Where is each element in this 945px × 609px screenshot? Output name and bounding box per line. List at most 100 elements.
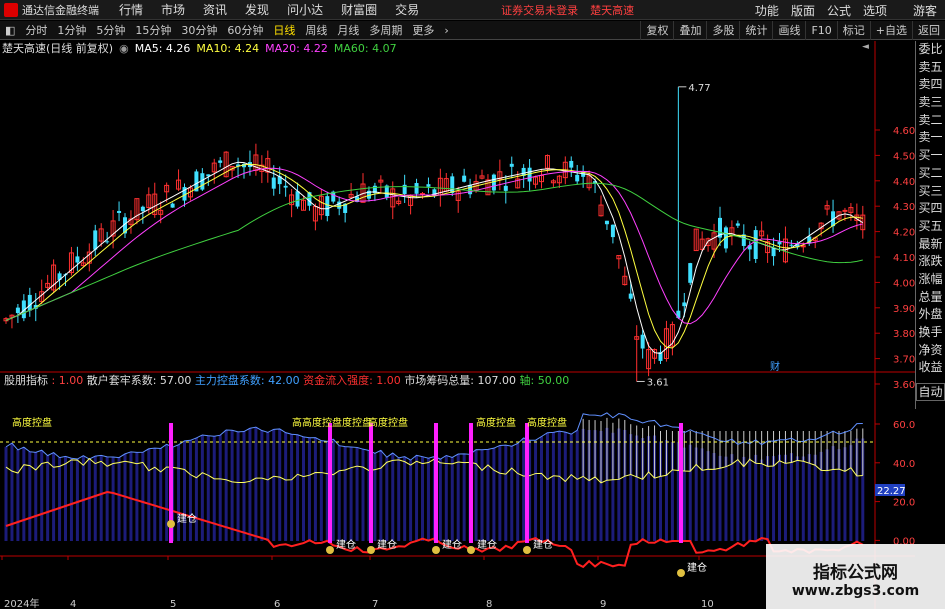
jiancang-coin-icon (167, 520, 175, 528)
quote-field-7[interactable]: 买二 (916, 165, 945, 183)
tab-fenshi[interactable]: 分时 (20, 21, 52, 40)
price-axis-label: 4.20 (893, 228, 915, 239)
quote-field-1[interactable]: 卖五 (916, 59, 945, 77)
menu-hangqing[interactable]: 行情 (119, 1, 143, 18)
menu-gongneng[interactable]: 功能 (755, 2, 779, 19)
btn-f10[interactable]: F10 (805, 21, 836, 40)
candle-body (271, 177, 276, 189)
tab-15min[interactable]: 15分钟 (130, 21, 176, 40)
quote-field-2[interactable]: 卖四 (916, 76, 945, 94)
quote-field-14[interactable]: 总量 (916, 289, 945, 307)
menu-faxian[interactable]: 发现 (245, 1, 269, 18)
btn-huaxian[interactable]: 画线 (772, 21, 805, 40)
candle-body (27, 294, 32, 311)
btn-fuquan[interactable]: 复权 (640, 21, 673, 40)
time-axis-label: 2024年 (4, 597, 39, 609)
tab-5min[interactable]: 5分钟 (91, 21, 130, 40)
candle-body (789, 244, 794, 246)
menu-youke[interactable]: 游客 (913, 2, 937, 19)
candle-body (93, 230, 98, 250)
btn-zixuan[interactable]: +自选 (869, 21, 912, 40)
quote-field-12[interactable]: 涨跌 (916, 253, 945, 271)
quote-field-5[interactable]: 卖一 (916, 129, 945, 147)
candle-body (426, 184, 431, 187)
kline-chart[interactable]: 4.60 4.50 4.40 4.30 4.20 4.10 4.00 3.90 3.80 3.70… (0, 41, 915, 609)
menu-caifuquan[interactable]: 财富圈 (341, 1, 377, 18)
candle-body (800, 245, 806, 248)
menu-xuanxiang[interactable]: 选项 (863, 2, 887, 19)
app-window: 通达信金融终端 行情 市场 资讯 发现 问小达 财富圈 交易 证券交易未登录 楚… (0, 0, 945, 609)
tab-daily[interactable]: 日线 (268, 21, 300, 40)
menu-banmian[interactable]: 版面 (791, 2, 815, 19)
panel-toggle-icon[interactable]: ◧ (0, 21, 20, 40)
jiancang-label: 建仓 (377, 538, 397, 551)
candle-body (569, 160, 574, 168)
jiancang-coin-icon (326, 546, 334, 554)
btn-duogu[interactable]: 多股 (706, 21, 739, 40)
settings-gear-icon[interactable]: ◉ (119, 42, 129, 55)
quote-field-0[interactable]: 委比 (916, 41, 945, 59)
btn-tongji[interactable]: 统计 (739, 21, 772, 40)
time-axis-label: 6 (274, 599, 280, 609)
jiancang-label: 建仓 (687, 561, 707, 574)
btn-diejia[interactable]: 叠加 (673, 21, 706, 40)
quote-field-8[interactable]: 买三 (916, 183, 945, 201)
menu-wenxiaoda[interactable]: 问小达 (287, 1, 323, 18)
jiancang-coin-icon (523, 546, 531, 554)
quote-field-15[interactable]: 外盘 (916, 306, 945, 324)
login-notice[interactable]: 证券交易未登录 (501, 2, 578, 18)
candle-body (140, 206, 145, 212)
menu-gongshi[interactable]: 公式 (827, 2, 851, 19)
quote-field-17[interactable]: 净资 (916, 342, 945, 360)
tab-multi-period[interactable]: 多周期 (364, 21, 407, 40)
price-axis-label: 4.40 (893, 177, 915, 188)
tab-60min[interactable]: 60分钟 (222, 21, 268, 40)
more-chevron-icon[interactable]: › (439, 21, 453, 40)
menu-jiaoyi[interactable]: 交易 (395, 1, 419, 18)
indicator-header: 股朋指标 : 1.00 散户套牢系数: 57.00 主力控盘系数: 42.00 … (4, 373, 569, 387)
candle-body (295, 191, 300, 207)
quote-field-18[interactable]: 收益 (916, 359, 945, 377)
candle-body (604, 220, 609, 225)
title-bar: 通达信金融终端 行情 市场 资讯 发现 问小达 财富圈 交易 证券交易未登录 楚… (0, 0, 945, 20)
quote-field-10[interactable]: 买五 (916, 218, 945, 236)
candles-group (3, 86, 866, 382)
menu-shichang[interactable]: 市场 (161, 1, 185, 18)
quote-field-11[interactable]: 最新 (916, 236, 945, 254)
stock-notice[interactable]: 楚天高速 (590, 2, 634, 18)
candle-body (117, 210, 122, 213)
jiancang-coin-icon (367, 546, 375, 554)
tab-1min[interactable]: 1分钟 (52, 21, 91, 40)
tab-30min[interactable]: 30分钟 (176, 21, 222, 40)
auto-button[interactable]: 自动 (916, 383, 945, 401)
quote-field-3[interactable]: 卖三 (916, 94, 945, 112)
quote-field-16[interactable]: 换手 (916, 324, 945, 342)
indicator-field-5: 市场筹码总量: 107.00 (404, 373, 519, 387)
gaodu-label: 高度控盘 (527, 416, 567, 429)
candle-body (771, 248, 776, 257)
quote-field-9[interactable]: 买四 (916, 200, 945, 218)
quote-field-6[interactable]: 买一 (916, 147, 945, 165)
candle-body (15, 307, 20, 314)
watermark-title: 指标公式网 (813, 563, 898, 583)
candle-body (682, 302, 687, 307)
tab-weekly[interactable]: 周线 (300, 21, 332, 40)
btn-biaoji[interactable]: 标记 (836, 21, 870, 40)
quote-side-panel: 委比 卖五 卖四 卖三 卖二 卖一 买一 买二 买三 买四 买五 最新 涨跌 涨幅 总量 外盘 换手 净资 收益自动 (915, 41, 945, 409)
price-axis-label: 3.70 (893, 355, 915, 366)
indicator-field-0: 股朋指标 (4, 373, 48, 387)
jiancang-coin-icon (467, 546, 475, 554)
candle-body (468, 184, 473, 195)
candle-body (218, 160, 223, 163)
menu-zixun[interactable]: 资讯 (203, 1, 227, 18)
candle-body (105, 241, 110, 243)
quote-field-13[interactable]: 涨幅 (916, 271, 945, 289)
tab-monthly[interactable]: 月线 (332, 21, 364, 40)
btn-fanhui[interactable]: 返回 (912, 21, 945, 40)
stock-name: 楚天高速 (2, 42, 46, 55)
time-axis-label: 9 (600, 599, 606, 609)
candle-body (283, 185, 288, 188)
quote-field-4[interactable]: 卖二 (916, 112, 945, 130)
tab-more[interactable]: 更多 (407, 21, 439, 40)
gaodu-label-multi: 高高度控盘度控盘 (292, 416, 372, 429)
